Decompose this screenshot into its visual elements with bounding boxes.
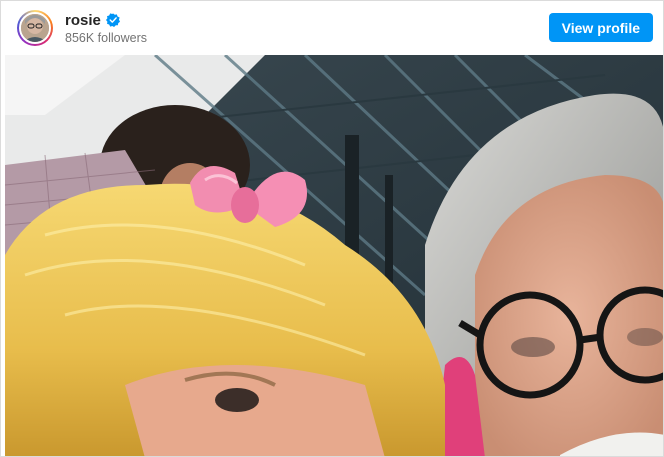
avatar[interactable] — [17, 10, 53, 46]
follower-count: 856K followers — [65, 31, 147, 45]
view-profile-button[interactable]: View profile — [548, 13, 653, 42]
post-photo[interactable] — [5, 55, 663, 456]
post-header: rosie 856K followers View profile — [1, 1, 663, 55]
verified-badge-icon — [105, 13, 120, 27]
username[interactable]: rosie — [65, 12, 101, 29]
username-row: rosie — [65, 11, 120, 29]
avatar-image — [19, 12, 51, 44]
embed-card: rosie 856K followers View profile — [0, 0, 664, 457]
